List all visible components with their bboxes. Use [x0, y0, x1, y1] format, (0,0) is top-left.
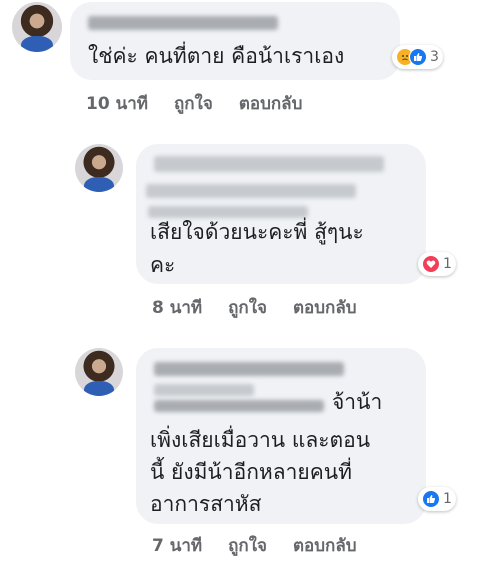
- comment-actions: 7 นาที ถูกใจ ตอบกลับ: [152, 532, 357, 559]
- reaction-summary[interactable]: 3: [392, 45, 443, 69]
- avatar[interactable]: [75, 144, 123, 192]
- avatar[interactable]: [75, 348, 123, 396]
- comment-bubble: จ้าน้า เพิ่งเสียเมื่อวาน และตอน นี้ ยังม…: [136, 348, 426, 524]
- reaction-summary[interactable]: 1: [418, 487, 456, 511]
- blurred-text: [146, 184, 356, 198]
- comment-time[interactable]: 7 นาที: [152, 532, 202, 559]
- reaction-count: 1: [443, 491, 452, 507]
- like-button[interactable]: ถูกใจ: [228, 294, 267, 321]
- comment-time[interactable]: 8 นาที: [152, 294, 202, 321]
- love-icon: [422, 255, 440, 273]
- blurred-author-name[interactable]: [154, 362, 344, 376]
- comment-text-line: จ้าน้า: [332, 390, 383, 414]
- blurred-author-name[interactable]: [88, 16, 278, 30]
- comment-text-line: เพิ่งเสียเมื่อวาน และตอน: [150, 428, 371, 452]
- comment-time[interactable]: 10 นาที: [86, 90, 148, 117]
- blurred-text: [154, 400, 324, 412]
- blurred-text: [154, 384, 254, 396]
- like-icon: [422, 490, 440, 508]
- comment-text-line: นี้ ยังมีน้าอีกหลายคนที่: [150, 460, 352, 484]
- reply-button[interactable]: ตอบกลับ: [239, 90, 303, 117]
- comment-text-line: คะ: [150, 253, 176, 277]
- like-icon: [409, 48, 427, 66]
- comment-bubble: ใช่ค่ะ คนที่ตาย คือน้าเราเอง: [70, 2, 400, 80]
- comment-text-line: อาการสาหัส: [150, 492, 262, 516]
- like-button[interactable]: ถูกใจ: [228, 532, 267, 559]
- avatar[interactable]: [12, 2, 62, 52]
- comment-text-line: เสียใจด้วยนะคะพี่ สู้ๆนะ: [150, 220, 364, 244]
- blurred-author-name[interactable]: [154, 156, 384, 172]
- comment-bubble: เสียใจด้วยนะคะพี่ สู้ๆนะ คะ: [136, 144, 426, 284]
- reaction-count: 1: [443, 256, 452, 272]
- comment-actions: 8 นาที ถูกใจ ตอบกลับ: [152, 294, 357, 321]
- reply-button[interactable]: ตอบกลับ: [293, 532, 357, 559]
- comment-actions: 10 นาที ถูกใจ ตอบกลับ: [86, 90, 302, 117]
- reaction-summary[interactable]: 1: [418, 252, 456, 276]
- comment-text: ใช่ค่ะ คนที่ตาย คือน้าเราเอง: [88, 44, 345, 68]
- reaction-count: 3: [430, 49, 439, 65]
- reply-button[interactable]: ตอบกลับ: [293, 294, 357, 321]
- like-button[interactable]: ถูกใจ: [174, 90, 213, 117]
